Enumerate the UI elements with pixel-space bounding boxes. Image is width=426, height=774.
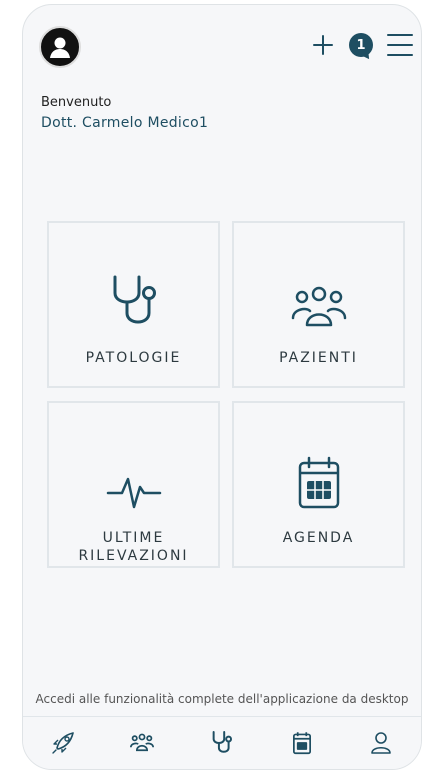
welcome-text: Benvenuto	[41, 95, 112, 110]
profile-avatar[interactable]	[39, 26, 81, 68]
top-actions: 1	[311, 33, 413, 57]
nav-profile[interactable]	[361, 723, 401, 763]
nav-pathologies[interactable]	[202, 723, 242, 763]
tile-label: ULTIME RILEVAZIONI	[78, 530, 189, 564]
tile-ultime-rilevazioni[interactable]: ULTIME RILEVAZIONI	[47, 401, 220, 568]
user-avatar-icon	[50, 37, 70, 58]
add-button[interactable]	[311, 33, 335, 57]
user-icon	[371, 732, 391, 754]
heartbeat-icon	[106, 477, 161, 509]
tile-label: PAZIENTI	[279, 350, 358, 366]
menu-grid: PATOLOGIE PAZIENTI ULTIME RILEVAZIONI AG…	[47, 221, 407, 571]
stethoscope-icon	[212, 731, 232, 753]
doctor-name: Dott. Carmelo Medico1	[41, 115, 209, 131]
rocket-icon	[52, 732, 74, 754]
plus-icon	[313, 35, 333, 55]
tile-pazienti[interactable]: PAZIENTI	[232, 221, 405, 388]
calendar-icon	[292, 732, 311, 755]
nav-home[interactable]	[43, 723, 83, 763]
calendar-icon	[298, 456, 339, 509]
bottom-nav	[23, 716, 421, 769]
tile-label: PATOLOGIE	[85, 350, 182, 366]
tile-label: AGENDA	[282, 530, 355, 546]
desktop-hint: Accedi alle funzionalità complete dell'a…	[35, 692, 409, 706]
notification-badge[interactable]: 1	[349, 33, 373, 57]
top-bar: 1	[23, 5, 421, 85]
tile-agenda[interactable]: AGENDA	[232, 401, 405, 568]
hamburger-menu-icon[interactable]	[387, 34, 413, 56]
nav-agenda[interactable]	[282, 723, 322, 763]
nav-patients[interactable]	[122, 723, 162, 763]
stethoscope-icon	[113, 275, 156, 324]
users-icon	[130, 733, 155, 752]
tile-patologie[interactable]: PATOLOGIE	[47, 221, 220, 388]
app-screen: 1 Benvenuto Dott. Carmelo Medico1 PATOLO…	[22, 4, 422, 770]
users-icon	[291, 286, 346, 327]
